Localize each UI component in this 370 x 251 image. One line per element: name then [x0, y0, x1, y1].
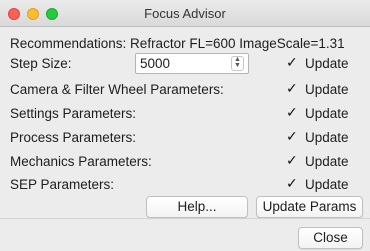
settings-update-checkbox[interactable]: ✓ — [285, 104, 299, 121]
checkmark-icon: ✓ — [286, 80, 298, 96]
recommendations-text: Recommendations: Refractor FL=600 ImageS… — [10, 36, 345, 51]
step-size-value: 5000 — [140, 56, 171, 71]
step-size-spinbox[interactable]: 5000 ▲ ▼ — [135, 53, 249, 74]
checkmark-icon: ✓ — [286, 128, 298, 144]
title-bar: Focus Advisor — [0, 0, 370, 27]
checkmark-icon: ✓ — [286, 152, 298, 168]
checkmark-icon: ✓ — [286, 104, 298, 120]
checkmark-icon: ✓ — [286, 175, 298, 191]
mechanics-update-label: Update — [305, 154, 349, 169]
sep-update-checkbox[interactable]: ✓ — [285, 175, 299, 192]
update-params-button[interactable]: Update Params — [256, 196, 363, 218]
process-params-label: Process Parameters: — [10, 130, 137, 145]
sep-update-label: Update — [305, 177, 349, 192]
mechanics-params-label: Mechanics Parameters: — [10, 154, 152, 169]
spinbox-arrows-icon[interactable]: ▲ ▼ — [231, 56, 244, 71]
step-size-update-checkbox[interactable]: ✓ — [285, 54, 299, 71]
step-size-update-label: Update — [305, 56, 349, 71]
settings-update-label: Update — [305, 106, 349, 121]
camera-filter-params-label: Camera & Filter Wheel Parameters: — [10, 82, 224, 97]
divider — [0, 218, 370, 219]
process-update-label: Update — [305, 130, 349, 145]
process-update-checkbox[interactable]: ✓ — [285, 128, 299, 145]
settings-params-label: Settings Parameters: — [10, 106, 137, 121]
close-button[interactable]: Close — [298, 227, 363, 249]
sep-params-label: SEP Parameters: — [10, 177, 115, 192]
step-size-label: Step Size: — [10, 56, 72, 71]
window-title: Focus Advisor — [144, 6, 226, 21]
camera-filter-update-label: Update — [305, 82, 349, 97]
mechanics-update-checkbox[interactable]: ✓ — [285, 152, 299, 169]
camera-filter-update-checkbox[interactable]: ✓ — [285, 80, 299, 97]
checkmark-icon: ✓ — [286, 54, 298, 70]
help-button[interactable]: Help... — [146, 196, 248, 218]
